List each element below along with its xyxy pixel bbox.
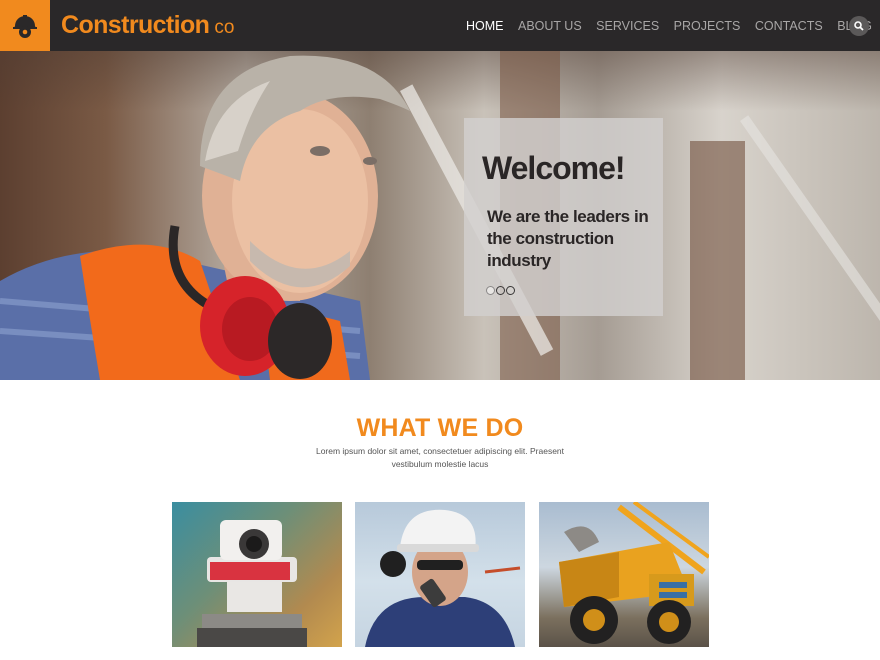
slider-pagination bbox=[486, 286, 516, 295]
welcome-title: Welcome! bbox=[482, 150, 626, 186]
slider-dot-3[interactable] bbox=[506, 286, 515, 295]
welcome-text: We are the leaders in the construction i… bbox=[487, 207, 649, 270]
theodolite-image bbox=[197, 520, 307, 647]
brand-sub-text: co bbox=[214, 17, 235, 38]
hard-hat-gear-icon bbox=[13, 14, 37, 38]
nav-about-us[interactable]: ABOUT US bbox=[518, 19, 582, 33]
section-title: WHAT WE DO bbox=[356, 414, 524, 442]
brand-main-text: Construction bbox=[61, 11, 210, 39]
nav-projects[interactable]: PROJECTS bbox=[674, 19, 741, 33]
hero-slider: Welcome! We are the leaders in the const… bbox=[0, 51, 880, 380]
logo[interactable] bbox=[0, 0, 50, 51]
service-image-surveying[interactable] bbox=[172, 502, 342, 647]
engineer-phone-image bbox=[365, 509, 521, 647]
welcome-panel: Welcome! We are the leaders in the const… bbox=[464, 118, 663, 316]
nav-services[interactable]: SERVICES bbox=[596, 19, 659, 33]
brand-name[interactable]: Construction co bbox=[61, 11, 234, 41]
main-nav: HOME ABOUT US SERVICES PROJECTS CONTACTS… bbox=[466, 0, 880, 51]
hero-background-beam bbox=[740, 115, 880, 334]
nav-home[interactable]: HOME bbox=[466, 19, 504, 33]
service-image-mining-truck[interactable] bbox=[539, 502, 709, 647]
site-header: Construction co HOME ABOUT US SERVICES P… bbox=[0, 0, 880, 51]
slider-dot-1[interactable] bbox=[486, 286, 495, 295]
slider-dot-2[interactable] bbox=[496, 286, 505, 295]
section-description: Lorem ipsum dolor sit amet, consectetuer… bbox=[315, 446, 565, 469]
nav-contacts[interactable]: CONTACTS bbox=[755, 19, 823, 33]
search-button[interactable] bbox=[849, 16, 869, 36]
dump-truck-image bbox=[559, 502, 709, 644]
service-image-engineer[interactable] bbox=[355, 502, 525, 647]
search-icon bbox=[854, 21, 864, 31]
hero-background-column bbox=[690, 141, 745, 380]
hero-worker-image bbox=[0, 55, 410, 380]
